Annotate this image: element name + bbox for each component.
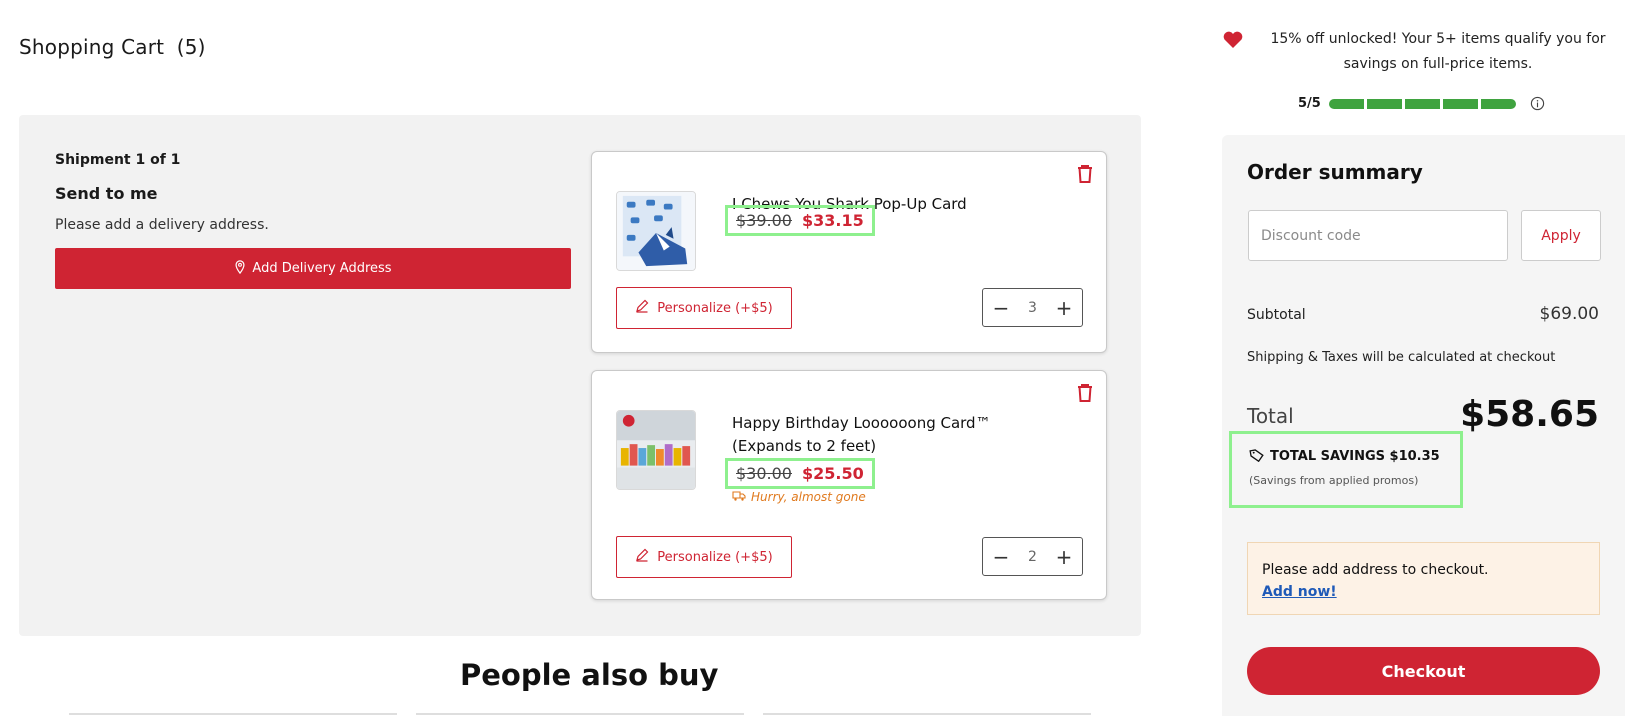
promo-text: 15% off unlocked! Your 5+ items qualify … [1270, 31, 1606, 72]
product-name[interactable]: Happy Birthday Loooooong Card™ (Expands … [732, 412, 1052, 458]
discount-code-input[interactable] [1248, 210, 1508, 261]
price-group: $30.00 $25.50 [725, 458, 875, 489]
progress-label: 5/5 [1298, 96, 1321, 111]
trash-icon[interactable] [1076, 164, 1094, 184]
low-stock-notice: Hurry, almost gone [732, 490, 866, 504]
checkout-warning-text: Please add address to checkout. [1262, 562, 1489, 578]
progress-segment [1442, 98, 1478, 109]
total-savings-text: TOTAL SAVINGS $10.35 [1270, 449, 1440, 464]
progress-segment [1366, 98, 1402, 109]
personalize-button[interactable]: Personalize (+$5) [616, 287, 792, 329]
pencil-icon [635, 548, 649, 566]
low-stock-text: Hurry, almost gone [751, 490, 866, 504]
recommendation-card-edge [763, 713, 1091, 715]
shipping-taxes-note: Shipping & Taxes will be calculated at c… [1247, 350, 1556, 365]
quantity-value[interactable]: 2 [1028, 549, 1037, 565]
plus-icon[interactable]: + [1054, 298, 1074, 318]
product-thumbnail[interactable] [616, 191, 696, 271]
minus-icon[interactable]: − [991, 298, 1011, 318]
send-to-heading: Send to me [55, 184, 158, 203]
quantity-stepper: − 3 + [982, 288, 1083, 327]
product-thumbnail[interactable] [616, 410, 696, 490]
savings-note: (Savings from applied promos) [1249, 474, 1419, 487]
cart-item-card: Happy Birthday Loooooong Card™ (Expands … [591, 370, 1107, 600]
sale-price: $25.50 [801, 464, 864, 483]
location-pin-icon [234, 259, 246, 278]
recommendation-card-edge [416, 713, 744, 715]
price-group: $39.00 $33.15 [725, 205, 875, 236]
quantity-value[interactable]: 3 [1028, 300, 1037, 316]
recommendation-card-edge [69, 713, 397, 715]
total-savings-box: TOTAL SAVINGS $10.35 (Savings from appli… [1229, 431, 1463, 508]
quantity-stepper: − 2 + [982, 537, 1083, 576]
tag-icon [1249, 447, 1264, 466]
original-price: $39.00 [736, 211, 792, 230]
subtotal-label: Subtotal [1247, 307, 1306, 323]
recommendations-heading: People also buy [460, 658, 719, 692]
subtotal-value: $69.00 [1539, 304, 1599, 324]
promo-progress: 5/5 [1298, 96, 1545, 111]
truck-icon [732, 490, 746, 504]
cart-item-count: (5) [176, 35, 206, 59]
total-label: Total [1247, 404, 1294, 428]
progress-segment [1404, 98, 1440, 109]
progress-segment [1328, 98, 1364, 109]
plus-icon[interactable]: + [1054, 547, 1074, 567]
cart-title-label: Shopping Cart [19, 35, 165, 59]
personalize-button[interactable]: Personalize (+$5) [616, 536, 792, 578]
progress-bar [1328, 98, 1516, 109]
checkout-button[interactable]: Checkout [1247, 647, 1600, 695]
progress-segment [1480, 98, 1516, 109]
add-delivery-address-button[interactable]: Add Delivery Address [55, 248, 571, 289]
trash-icon[interactable] [1076, 383, 1094, 403]
promo-banner: 15% off unlocked! Your 5+ items qualify … [1223, 27, 1625, 77]
original-price: $30.00 [736, 464, 792, 483]
apply-discount-button[interactable]: Apply [1521, 210, 1601, 261]
cart-item-card: I Chews You Shark Pop-Up Card $39.00 $33… [591, 151, 1107, 353]
pencil-icon [635, 299, 649, 317]
checkout-address-warning: Please add address to checkout. Add now! [1247, 542, 1600, 615]
heart-icon [1223, 31, 1243, 49]
order-summary-title: Order summary [1247, 160, 1423, 184]
shipment-label: Shipment 1 of 1 [55, 152, 181, 168]
address-note: Please add a delivery address. [55, 217, 269, 233]
personalize-label: Personalize (+$5) [657, 300, 773, 316]
sale-price: $33.15 [801, 211, 864, 230]
total-value: $58.65 [1460, 394, 1599, 435]
add-delivery-address-label: Add Delivery Address [252, 261, 392, 276]
add-now-link[interactable]: Add now! [1262, 584, 1337, 600]
info-icon[interactable] [1530, 96, 1545, 111]
total-savings-title: TOTAL SAVINGS $10.35 [1249, 447, 1460, 466]
minus-icon[interactable]: − [991, 547, 1011, 567]
page-title: Shopping Cart (5) [19, 35, 206, 59]
personalize-label: Personalize (+$5) [657, 549, 773, 565]
